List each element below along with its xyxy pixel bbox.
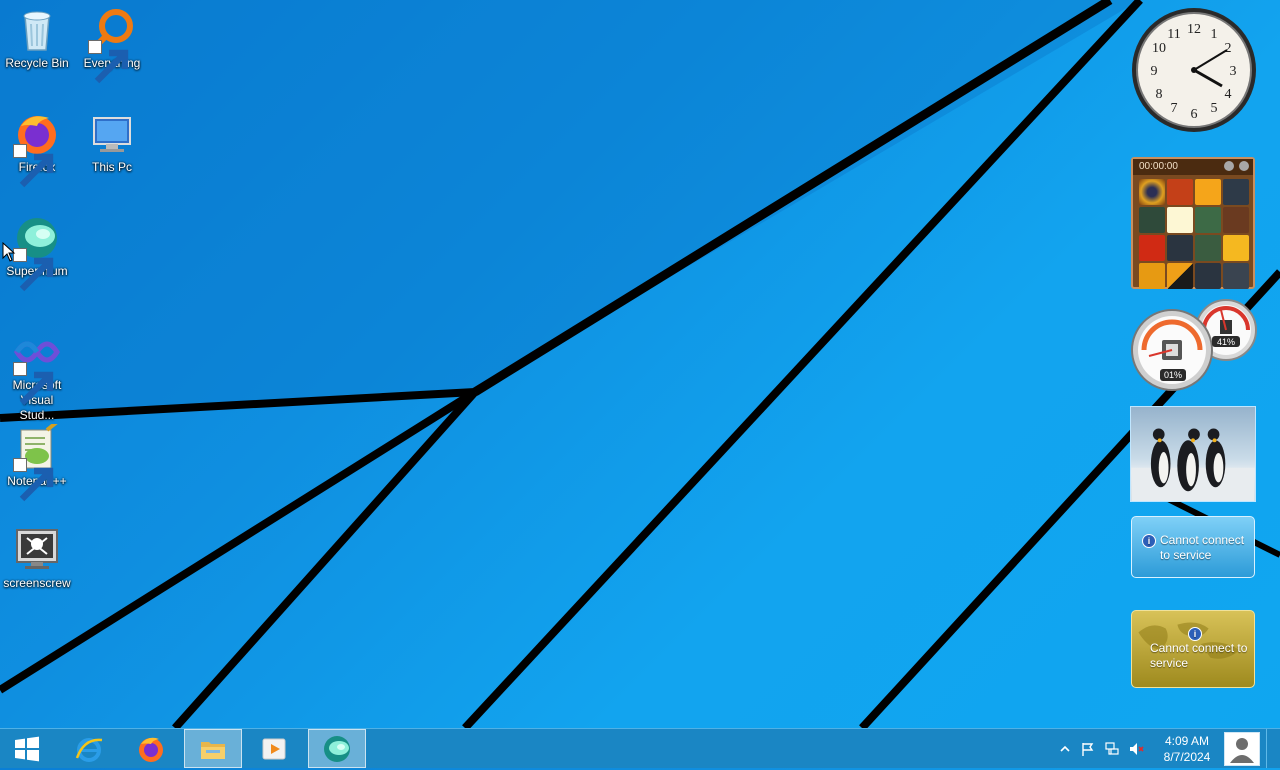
desktop-icon-everything[interactable]: Everything <box>75 0 149 84</box>
show-desktop-button[interactable] <box>1266 729 1280 768</box>
cpu-usage-value: 01% <box>1163 370 1182 380</box>
currency-gadget[interactable]: i Cannot connect to service <box>1131 610 1255 688</box>
svg-text:10: 10 <box>1152 41 1166 56</box>
desktop-icon-screenscrew[interactable]: screenscrew <box>0 520 74 591</box>
taskbar-clock[interactable]: 4:09 AM 8/7/2024 <box>1148 733 1226 765</box>
desktop-icon-label: screenscrew <box>3 576 71 590</box>
media-player-icon <box>262 738 286 759</box>
feed-headlines-gadget[interactable]: i Cannot connect to service <box>1131 516 1255 578</box>
cpu-meter-gadget[interactable]: 01% 41% <box>1130 296 1258 392</box>
start-icon <box>15 736 39 761</box>
show-hidden-icons-icon[interactable] <box>1057 741 1073 757</box>
desktop-icon-firefox[interactable]: Firefox <box>0 104 74 188</box>
info-icon: i <box>1142 534 1156 548</box>
svg-text:9: 9 <box>1151 64 1158 79</box>
taskbar-date: 8/7/2024 <box>1163 750 1211 764</box>
wallpaper <box>0 0 1280 728</box>
desktop-icon-notepadpp[interactable]: Notepad++ <box>0 418 74 502</box>
picture-puzzle-gadget[interactable]: 00:00:00 <box>1131 157 1255 289</box>
taskbar-supermium[interactable] <box>308 729 366 768</box>
mouse-cursor-icon <box>2 242 16 262</box>
taskbar-media-player[interactable] <box>245 729 303 768</box>
feed-status-message: Cannot connect to service <box>1150 641 1248 670</box>
memory-usage-value: 41% <box>1216 337 1235 347</box>
firefox-icon <box>139 737 163 762</box>
penguins-photo <box>1131 428 1255 501</box>
action-center-flag-icon[interactable] <box>1080 741 1096 757</box>
recycle-bin-icon <box>23 11 51 51</box>
network-icon[interactable] <box>1104 741 1120 757</box>
volume-muted-icon[interactable] <box>1128 741 1144 757</box>
start-button[interactable] <box>0 729 54 768</box>
svg-text:1: 1 <box>1211 27 1218 42</box>
taskbar-time: 4:09 AM <box>1164 734 1210 748</box>
desktop-icon-visual-studio[interactable]: Microsoft Visual Stud... <box>0 322 74 423</box>
info-icon: i <box>1188 627 1202 641</box>
taskbar-firefox[interactable] <box>122 729 180 768</box>
taskbar-internet-explorer[interactable] <box>60 729 118 768</box>
svg-text:3: 3 <box>1230 64 1237 79</box>
shortcut-arrow-icon <box>13 362 54 406</box>
svg-text:6: 6 <box>1191 107 1198 122</box>
puzzle-timer: 00:00:00 <box>1139 161 1178 172</box>
shortcut-arrow-icon <box>13 144 54 188</box>
desktop-icon-label: This Pc <box>91 160 132 174</box>
svg-text:2: 2 <box>1225 41 1232 56</box>
file-explorer-icon <box>201 741 225 759</box>
shortcut-arrow-icon <box>88 40 129 84</box>
puzzle-shuffle-icon[interactable] <box>1239 161 1249 171</box>
desktop-icon-this-pc[interactable]: This Pc <box>75 104 149 175</box>
puzzle-help-icon[interactable] <box>1224 161 1235 171</box>
taskbar-file-explorer[interactable] <box>184 729 242 768</box>
svg-text:5: 5 <box>1211 101 1218 116</box>
svg-text:11: 11 <box>1167 27 1180 42</box>
desktop-icon-recycle-bin[interactable]: Recycle Bin <box>0 0 74 71</box>
svg-text:8: 8 <box>1156 87 1163 102</box>
shortcut-arrow-icon <box>13 458 54 502</box>
this-pc-icon <box>93 117 131 152</box>
clock-gadget[interactable]: 12 1 2 345 678 9 10 11 <box>1130 6 1258 134</box>
puzzle-grid[interactable] <box>1133 175 1253 293</box>
taskbar: 4:09 AM 8/7/2024 <box>0 728 1280 768</box>
svg-text:4: 4 <box>1225 87 1232 102</box>
user-avatar-icon <box>1230 738 1254 763</box>
desktop-icon-label: Recycle Bin <box>5 56 69 70</box>
screenscrew-icon <box>16 529 58 569</box>
supermium-icon <box>324 735 350 762</box>
feed-status-message: Cannot connect to service <box>1160 533 1245 562</box>
svg-text:7: 7 <box>1171 101 1178 116</box>
user-account-tile[interactable] <box>1224 732 1260 766</box>
svg-text:12: 12 <box>1187 22 1201 37</box>
internet-explorer-icon <box>75 737 103 762</box>
slideshow-gadget[interactable] <box>1130 406 1256 502</box>
analog-clock-face: 12 12 345 678 91011 <box>1132 8 1256 132</box>
puzzle-timer-bar: 00:00:00 <box>1133 159 1253 175</box>
